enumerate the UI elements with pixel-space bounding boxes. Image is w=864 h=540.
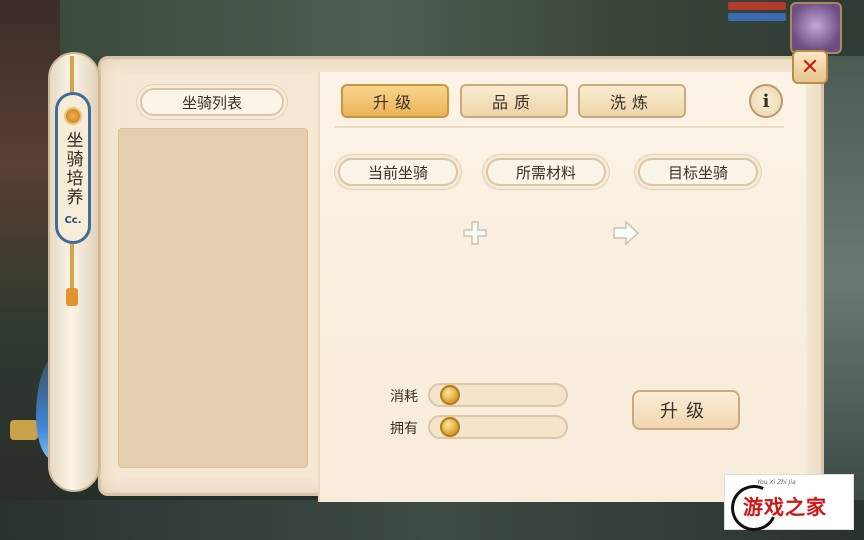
plaque-mark: Cc. [64, 215, 82, 226]
info-button[interactable]: i [749, 84, 783, 118]
side-menu-icon[interactable] [10, 420, 38, 440]
target-mount-slot: 目标坐骑 [638, 158, 758, 186]
upgrade-button[interactable]: 升级 [632, 390, 740, 430]
tab-upgrade-label: 升级 [372, 93, 417, 112]
watermark-logo: You Xi Zhi Jia 游戏之家 [724, 474, 854, 538]
upgrade-button-label: 升级 [660, 401, 712, 422]
tab-quality[interactable]: 品质 [460, 84, 568, 118]
tab-upgrade[interactable]: 升级 [341, 84, 449, 118]
tab-refine[interactable]: 洗炼 [578, 84, 686, 118]
materials-slot: 所需材料 [486, 158, 606, 186]
tab-refine-label: 洗炼 [609, 93, 654, 112]
arrow-right-icon [613, 220, 640, 246]
coin-icon [440, 385, 460, 405]
plaque-knob-icon [64, 107, 82, 125]
consume-label: 消耗 [390, 389, 418, 405]
target-mount-label: 目标坐骑 [667, 163, 728, 182]
close-button[interactable]: ✕ [792, 50, 828, 84]
close-icon: ✕ [800, 54, 820, 80]
mount-list-label: 坐骑列表 [181, 93, 242, 112]
tassel-bottom [70, 244, 74, 290]
current-mount-label: 当前坐骑 [367, 163, 428, 182]
player-avatar[interactable] [790, 2, 842, 54]
tassel-top [70, 56, 74, 92]
watermark-text: 游戏之家 [743, 495, 827, 519]
page-title: 坐骑培养 [62, 131, 83, 207]
current-mount-slot: 当前坐骑 [338, 158, 458, 186]
materials-label: 所需材料 [515, 163, 576, 182]
tab-quality-label: 品质 [491, 93, 536, 112]
mount-list-header: 坐骑列表 [140, 88, 284, 116]
player-status-bars [728, 2, 786, 24]
mp-bar [728, 13, 786, 21]
title-plaque: 坐骑培养 Cc. [55, 92, 91, 244]
info-icon: i [762, 90, 770, 112]
game-background-right [824, 56, 864, 500]
owned-label: 拥有 [390, 421, 418, 437]
mount-list[interactable] [118, 128, 308, 468]
watermark-small-text: You Xi Zhi Jia [757, 479, 796, 486]
coin-icon [440, 417, 460, 437]
plus-icon [463, 221, 487, 245]
tassel-end [66, 288, 78, 306]
divider [334, 126, 784, 128]
hp-bar [728, 2, 786, 10]
